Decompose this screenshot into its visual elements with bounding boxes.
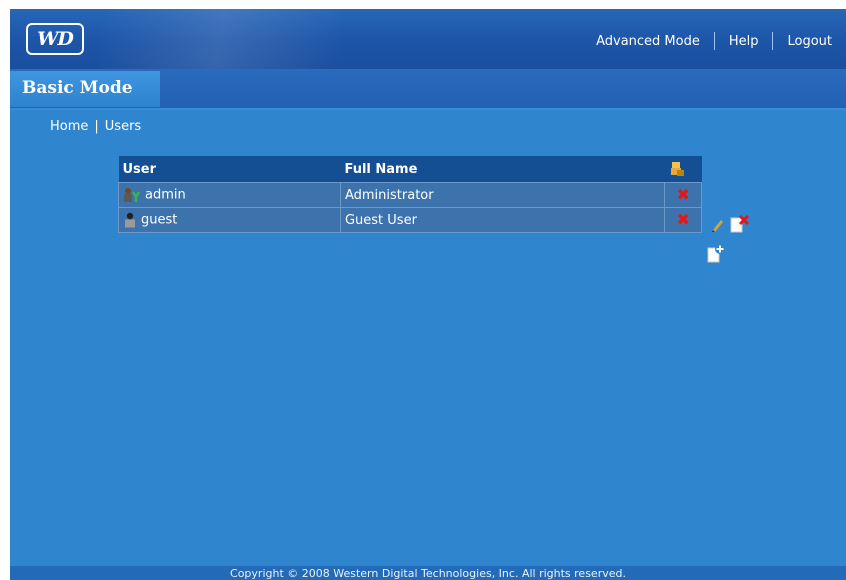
top-navigation: Advanced Mode Help Logout xyxy=(582,31,846,51)
header-sheen xyxy=(100,9,340,69)
advanced-mode-link[interactable]: Advanced Mode xyxy=(582,34,714,49)
user-name: guest xyxy=(141,212,178,228)
breadcrumb-current: Users xyxy=(104,119,142,134)
add-user-icon[interactable] xyxy=(707,243,727,263)
tab-strip: Basic Mode xyxy=(10,69,846,110)
cell-full-name: Guest User xyxy=(339,207,666,233)
delete-user-icon[interactable] xyxy=(730,215,750,233)
users-table: User Full Name admin Administrator ✖ gue… xyxy=(118,156,702,233)
side-actions xyxy=(707,215,760,265)
tab-basic-mode[interactable]: Basic Mode xyxy=(10,71,160,107)
breadcrumb-separator: | xyxy=(94,119,99,134)
delete-x-icon[interactable]: ✖ xyxy=(676,211,689,228)
wd-logo[interactable]: WD xyxy=(26,23,84,55)
header-bar: WD Advanced Mode Help Logout xyxy=(10,9,846,69)
column-header-actions xyxy=(664,156,702,183)
cell-delete: ✖ xyxy=(664,207,702,233)
cell-user: admin xyxy=(118,182,341,208)
cell-delete: ✖ xyxy=(664,182,702,208)
user-edit-icon xyxy=(670,162,684,176)
admin-user-icon xyxy=(124,188,141,202)
table-row[interactable]: guest Guest User ✖ xyxy=(118,207,702,233)
column-header-user: User xyxy=(118,156,341,183)
column-header-full-name: Full Name xyxy=(340,156,665,183)
guest-user-icon xyxy=(125,212,135,228)
table-header-row: User Full Name xyxy=(118,156,702,183)
logout-link[interactable]: Logout xyxy=(773,34,846,49)
edit-user-icon[interactable] xyxy=(710,217,726,233)
breadcrumb: Home | Users xyxy=(50,119,141,134)
cell-user: guest xyxy=(118,207,341,233)
app-frame: WD Advanced Mode Help Logout Basic Mode … xyxy=(10,9,846,580)
cell-full-name: Administrator xyxy=(339,182,666,208)
delete-x-icon[interactable]: ✖ xyxy=(676,186,689,203)
footer-copyright: Copyright © 2008 Western Digital Technol… xyxy=(10,566,846,580)
help-link[interactable]: Help xyxy=(715,34,773,49)
breadcrumb-home-link[interactable]: Home xyxy=(50,119,88,134)
table-row[interactable]: admin Administrator ✖ xyxy=(118,182,702,208)
user-name: admin xyxy=(145,187,186,203)
